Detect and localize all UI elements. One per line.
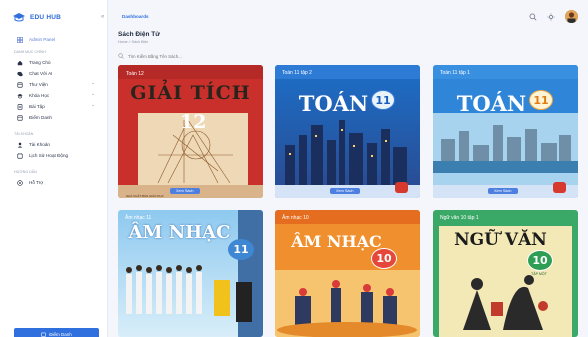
attendance-button[interactable]: Điểm Danh	[14, 328, 99, 337]
course-icon	[17, 93, 23, 98]
book-cover-image	[275, 65, 420, 198]
sidebar-item-label: Hỗ Trợ	[29, 180, 44, 185]
sidebar-item-label: Chat Với AI	[29, 71, 53, 76]
sidebar-item-label: Lịch Sử Hoạt Động	[29, 153, 69, 158]
sidebar-item-label: Điểm Danh	[29, 115, 52, 120]
sun-icon[interactable]	[547, 12, 555, 21]
attendance-icon	[17, 114, 23, 121]
book-number: 11	[529, 90, 553, 110]
sidebar-item-admin-panel[interactable]: Admin Panel	[0, 34, 107, 45]
sidebar-item-label: Khóa Học	[29, 93, 50, 98]
book-cover-image	[275, 210, 420, 337]
publisher-logo-icon	[553, 182, 566, 193]
section-main-label: DANH MỤC CHÍNH	[14, 50, 46, 54]
brand-name: EDU HUB	[30, 13, 62, 21]
book-subtitle: TẬP MỘT	[531, 272, 547, 276]
view-book-button[interactable]: Xem Sách	[488, 188, 518, 194]
sidebar-item-course[interactable]: Khóa Học ⌄	[0, 90, 107, 101]
book-tag: Ngữ văn 10 tập 1	[440, 215, 479, 221]
section-account-label: TÀI KHOẢN	[14, 132, 34, 136]
page-title: Sách Điện Tử	[118, 31, 160, 38]
calendar-icon	[41, 332, 46, 337]
book-card[interactable]: Toán 11 tập 1 TOÁN 11 Xem Sách	[433, 65, 578, 198]
book-tag: Toán 11 tập 1	[440, 70, 470, 76]
sidebar-item-label: Bài Tập	[29, 104, 45, 109]
book-cover-image	[433, 65, 578, 198]
book-number: 11	[228, 239, 254, 260]
book-title: TOÁN	[456, 91, 527, 116]
history-icon	[17, 152, 23, 159]
book-number: 11	[371, 90, 395, 110]
book-search	[118, 50, 318, 62]
book-card[interactable]: Toán 12 GIẢI TÍCH 12 Xem Sách NHÀ XUẤT B…	[118, 65, 263, 198]
dashboard-icon	[17, 36, 23, 43]
sidebar-item-label: Trang Chủ	[29, 60, 51, 65]
sidebar-item-label: Tài Khoản	[29, 142, 50, 147]
search-icon	[118, 53, 124, 59]
breadcrumb: Home > Sách Điện	[118, 40, 149, 44]
book-publisher: NHÀ XUẤT BẢN GIÁO DỤC	[126, 194, 164, 198]
chat-icon	[17, 71, 23, 76]
search-icon[interactable]	[529, 13, 537, 21]
sidebar-item-home[interactable]: Trang Chủ	[0, 57, 107, 68]
sidebar-item-history[interactable]: Lịch Sử Hoạt Động	[0, 150, 107, 161]
sidebar-item-exercise[interactable]: Bài Tập ⌄	[0, 101, 107, 112]
help-icon	[17, 179, 23, 186]
book-tag: Âm nhạc 10	[282, 215, 309, 221]
sidebar-item-label: Admin Panel	[29, 37, 56, 42]
book-title: NGỮ VĂN	[454, 230, 547, 250]
chevron-down-icon[interactable]: ⌄	[91, 91, 95, 97]
view-book-button[interactable]: Xem Sách	[330, 188, 360, 194]
chevron-down-icon[interactable]: ⌄	[91, 80, 95, 86]
collapse-sidebar-icon[interactable]: «	[101, 14, 104, 20]
topbar-actions	[529, 10, 578, 23]
brand-logo-icon	[13, 13, 25, 22]
sidebar-item-library[interactable]: Thư Viện ⌄	[0, 79, 107, 90]
sidebar-item-help[interactable]: Hỗ Trợ	[0, 177, 107, 188]
sidebar-item-attendance[interactable]: Điểm Danh	[0, 112, 107, 123]
book-tag: Toán 12	[126, 71, 144, 77]
book-number: 10	[527, 250, 553, 271]
library-icon	[17, 81, 23, 88]
view-book-button[interactable]: Xem Sách	[170, 188, 200, 194]
book-tag: Toán 11 tập 2	[282, 70, 312, 76]
chevron-down-icon[interactable]: ⌄	[91, 102, 95, 108]
section-support-label: HƯỚNG DẪN	[14, 170, 37, 174]
publisher-logo-icon	[395, 182, 408, 193]
book-number: 10	[371, 248, 397, 269]
book-title: TOÁN	[298, 91, 369, 116]
book-tag: Âm nhạc 11	[125, 215, 152, 221]
brand[interactable]: EDU HUB	[0, 0, 107, 34]
book-card[interactable]: Âm nhạc 11 ÂM NHẠC 11	[118, 210, 263, 337]
sidebar-item-label: Thư Viện	[29, 82, 48, 87]
avatar-image-icon	[565, 10, 578, 23]
exercise-icon	[17, 103, 23, 110]
book-card[interactable]: Toán 11 tập 2 TOÁN 11 Xem Sách	[275, 65, 420, 198]
search-input[interactable]	[128, 53, 298, 59]
topbar: Dashboards	[108, 0, 588, 34]
book-title: ÂM NHẠC	[291, 232, 382, 251]
sidebar-item-chat-ai[interactable]: Chat Với AI	[0, 68, 107, 79]
book-title: GIẢI TÍCH	[130, 82, 251, 104]
user-icon	[17, 142, 23, 148]
sidebar-item-account[interactable]: Tài Khoản	[0, 139, 107, 150]
book-number: 12	[180, 111, 207, 133]
sidebar: EDU HUB « Admin Panel DANH MỤC CHÍNH Tra…	[0, 0, 108, 337]
book-card[interactable]: Ngữ văn 10 tập 1 NGỮ VĂN 10 TẬP MỘT	[433, 210, 578, 337]
home-icon	[17, 60, 23, 65]
attendance-button-label: Điểm Danh	[49, 331, 72, 337]
avatar[interactable]	[565, 10, 578, 23]
book-card[interactable]: Âm nhạc 10 ÂM NHẠC 10	[275, 210, 420, 337]
topbar-breadcrumb[interactable]: Dashboards	[122, 14, 149, 19]
